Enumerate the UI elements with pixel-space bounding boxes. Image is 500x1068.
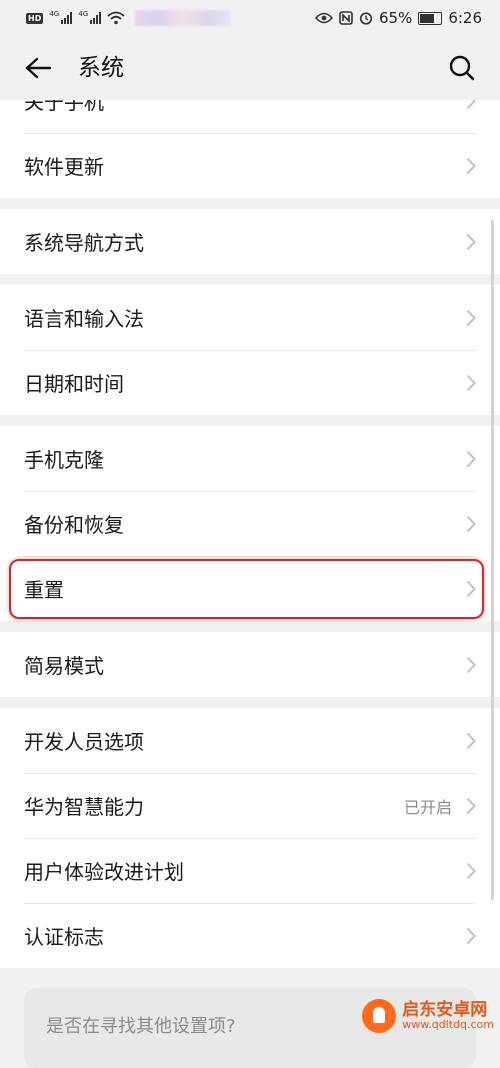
row-backup-restore[interactable]: 备份和恢复	[0, 491, 500, 556]
watermark-url: www.qdltdq.com	[402, 1018, 494, 1032]
section-divider	[0, 697, 500, 708]
row-ux-plan[interactable]: 用户体验改进计划	[0, 838, 500, 903]
group-language: 语言和输入法 日期和时间	[0, 285, 500, 415]
row-label: 备份和恢复	[24, 513, 124, 537]
battery-icon	[418, 11, 443, 25]
chevron-right-icon	[466, 374, 476, 392]
chevron-right-icon	[466, 862, 476, 880]
row-date-time[interactable]: 日期和时间	[0, 350, 500, 415]
row-developer-options[interactable]: 开发人员选项	[0, 708, 500, 773]
group-navigation: 系统导航方式	[0, 209, 500, 274]
battery-percent: 65%	[378, 9, 413, 27]
row-simple-mode[interactable]: 简易模式	[0, 632, 500, 697]
alarm-icon	[359, 12, 373, 25]
chevron-right-icon	[466, 309, 476, 327]
section-divider	[0, 198, 500, 209]
chevron-right-icon	[466, 100, 476, 110]
highlight-annotation	[9, 559, 484, 619]
row-label: 软件更新	[24, 155, 104, 179]
row-phone-clone[interactable]: 手机克隆	[0, 426, 500, 491]
scrollbar[interactable]	[491, 220, 494, 900]
back-arrow-icon	[25, 57, 52, 79]
network-type-1: 4G	[49, 10, 60, 18]
section-divider	[0, 415, 500, 426]
row-language-input[interactable]: 语言和输入法	[0, 285, 500, 350]
group-advanced: 开发人员选项 华为智慧能力 已开启 用户体验改进计划 认证标志	[0, 708, 500, 968]
row-label: 系统导航方式	[24, 231, 144, 255]
search-button[interactable]	[444, 50, 480, 86]
watermark-title: 启东安卓网	[402, 999, 488, 1020]
chevron-right-icon	[466, 515, 476, 533]
row-label: 华为智慧能力	[24, 795, 144, 819]
row-label: 认证标志	[24, 925, 104, 949]
row-label: 日期和时间	[24, 372, 124, 396]
row-label: 简易模式	[24, 654, 104, 678]
signal-icon	[61, 12, 73, 24]
hd-badge: HD	[26, 12, 44, 24]
chevron-right-icon	[466, 732, 476, 750]
row-about-phone[interactable]: 关于手机	[0, 100, 500, 133]
watermark-text: 启东安卓网 www.qdltdq.com	[402, 999, 494, 1032]
status-right: 65% 6:26	[314, 9, 482, 27]
back-button[interactable]	[18, 50, 58, 86]
row-label: 用户体验改进计划	[24, 860, 184, 884]
chevron-right-icon	[466, 450, 476, 468]
site-watermark: 启东安卓网 www.qdltdq.com	[362, 999, 494, 1033]
row-software-update[interactable]: 软件更新	[0, 133, 500, 198]
search-icon	[449, 55, 475, 81]
section-divider	[0, 621, 500, 632]
signal-icon-2	[90, 12, 102, 24]
chevron-right-icon	[466, 927, 476, 945]
row-label: 手机克隆	[24, 448, 104, 472]
row-label: 开发人员选项	[24, 730, 144, 754]
chevron-right-icon	[466, 157, 476, 175]
chevron-right-icon	[466, 656, 476, 674]
network-type-2: 4G	[78, 10, 89, 18]
page-title: 系统	[78, 55, 124, 81]
watermark-logo-icon	[362, 999, 397, 1033]
carrier-name-blurred	[135, 10, 232, 26]
status-left: HD 4G 4G	[26, 10, 232, 26]
app-header: 系统	[0, 36, 500, 100]
row-label: 语言和输入法	[24, 307, 144, 331]
row-label: 关于手机	[24, 100, 104, 114]
nfc-icon	[339, 11, 353, 25]
eye-icon	[314, 12, 333, 24]
row-certification[interactable]: 认证标志	[0, 903, 500, 968]
row-nav-mode[interactable]: 系统导航方式	[0, 209, 500, 274]
status-bar: HD 4G 4G 65% 6:26	[0, 0, 500, 36]
row-huawei-ai[interactable]: 华为智慧能力 已开启	[0, 773, 500, 838]
chevron-right-icon	[466, 233, 476, 251]
row-status-value: 已开启	[403, 797, 452, 817]
suggestion-text: 是否在寻找其他设置项?	[46, 1016, 236, 1037]
group-about: 关于手机 软件更新	[0, 100, 500, 198]
chevron-right-icon	[466, 797, 476, 815]
group-simple: 简易模式	[0, 632, 500, 697]
clock-time: 6:26	[448, 9, 482, 27]
wifi-icon	[107, 11, 125, 25]
section-divider	[0, 274, 500, 285]
